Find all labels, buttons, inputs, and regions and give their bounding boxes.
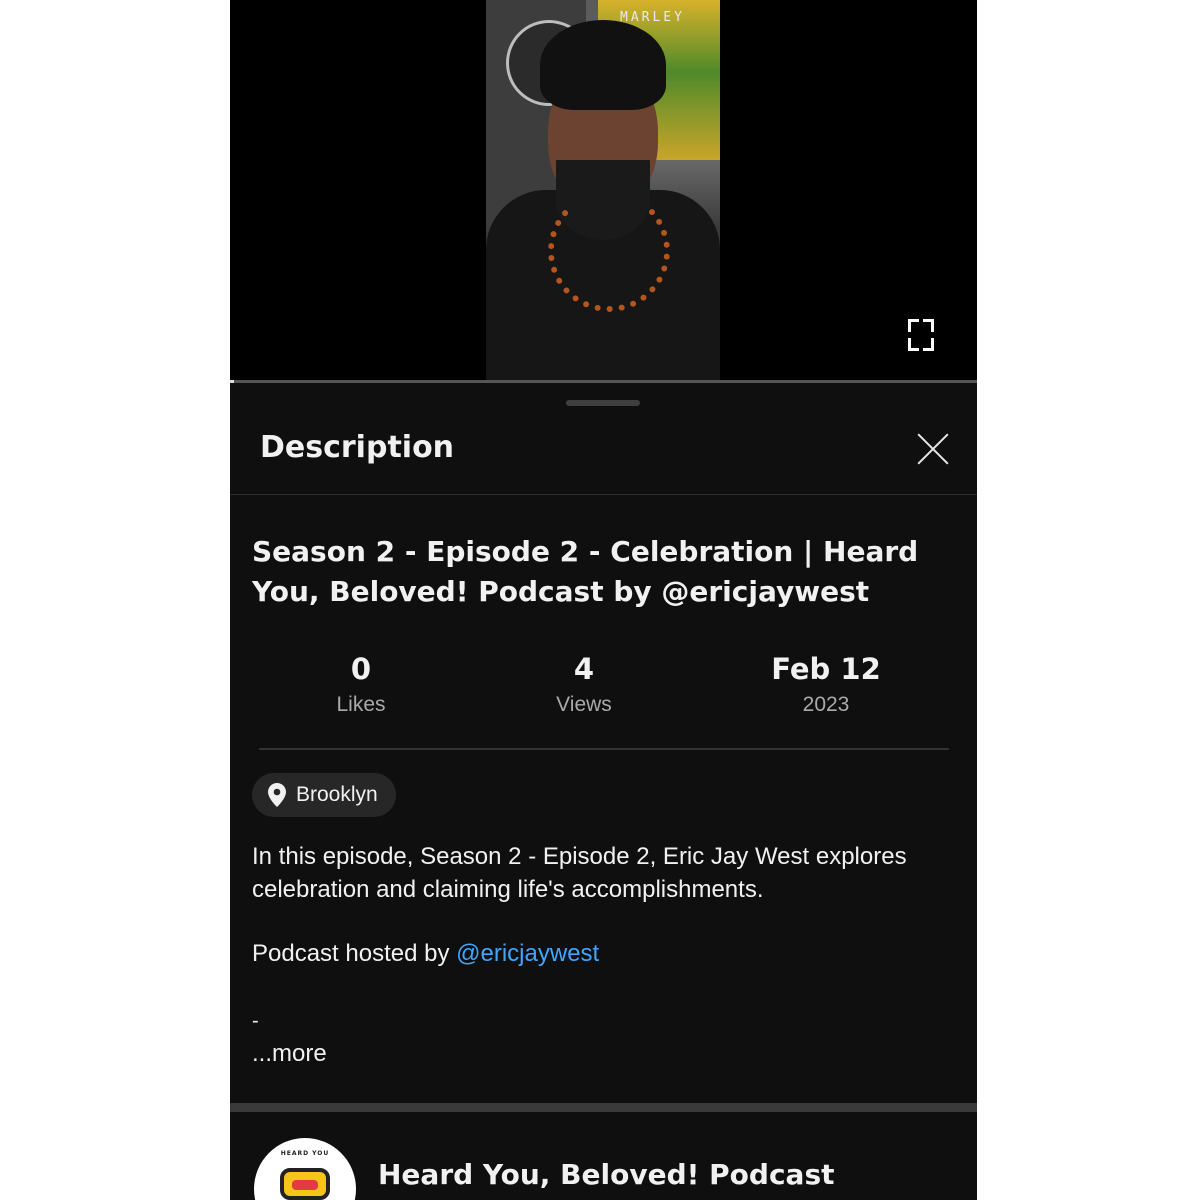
description-sheet: Description Season 2 - Episode 2 - Celeb…	[230, 384, 977, 1104]
video-player[interactable]: MARLEY	[230, 0, 977, 383]
host-handle-link[interactable]: @ericjaywest	[456, 940, 599, 967]
hosted-by-line: Podcast hosted by @ericjaywest	[252, 940, 599, 968]
close-icon[interactable]	[916, 432, 950, 466]
video-progress-bar[interactable]	[230, 380, 977, 383]
hosted-by-prefix: Podcast hosted by	[252, 940, 457, 967]
location-chip[interactable]: Brooklyn	[252, 773, 396, 817]
fullscreen-corner-br	[923, 338, 934, 351]
channel-name[interactable]: Heard You, Beloved! Podcast	[378, 1158, 835, 1191]
location-pin-icon	[268, 783, 286, 807]
description-text: In this episode, Season 2 - Episode 2, E…	[252, 843, 907, 903]
video-progress-played	[230, 380, 234, 383]
app-screen: MARLEY Description Season 2 - Episode 2 …	[230, 0, 977, 1200]
fullscreen-corner-bl	[908, 338, 919, 351]
header-divider	[230, 494, 977, 495]
video-frame: MARLEY	[486, 0, 720, 381]
publish-year: 2023	[802, 693, 850, 716]
show-more-link[interactable]: ...more	[252, 1040, 327, 1068]
location-label: Brooklyn	[296, 783, 378, 806]
section-separator	[230, 1103, 977, 1112]
video-person-necklace	[548, 190, 670, 312]
avatar-logo-text: HEARD YOU	[280, 1150, 330, 1157]
fullscreen-icon[interactable]	[906, 315, 936, 355]
description-dash: -	[252, 1010, 259, 1032]
stat-likes: 0 Likes	[271, 650, 451, 722]
channel-avatar[interactable]: HEARD YOU	[254, 1138, 356, 1200]
likes-count: 0	[350, 652, 372, 686]
views-count: 4	[573, 652, 595, 686]
publish-date: Feb 12	[771, 652, 881, 686]
video-person-durag	[540, 20, 666, 110]
stat-views: 4 Views	[494, 650, 674, 722]
video-title: Season 2 - Episode 2 - Celebration | Hea…	[252, 535, 919, 608]
video-poster-text: MARLEY	[620, 10, 685, 25]
avatar-logo-icon	[280, 1168, 330, 1200]
views-label: Views	[556, 693, 612, 716]
stat-date: Feb 12 2023	[736, 650, 916, 722]
fullscreen-corner-tl	[908, 319, 919, 332]
likes-label: Likes	[336, 693, 386, 716]
drag-handle[interactable]	[566, 400, 640, 406]
sheet-title: Description	[260, 430, 455, 465]
fullscreen-corner-tr	[923, 319, 934, 332]
stats-divider	[259, 748, 949, 750]
